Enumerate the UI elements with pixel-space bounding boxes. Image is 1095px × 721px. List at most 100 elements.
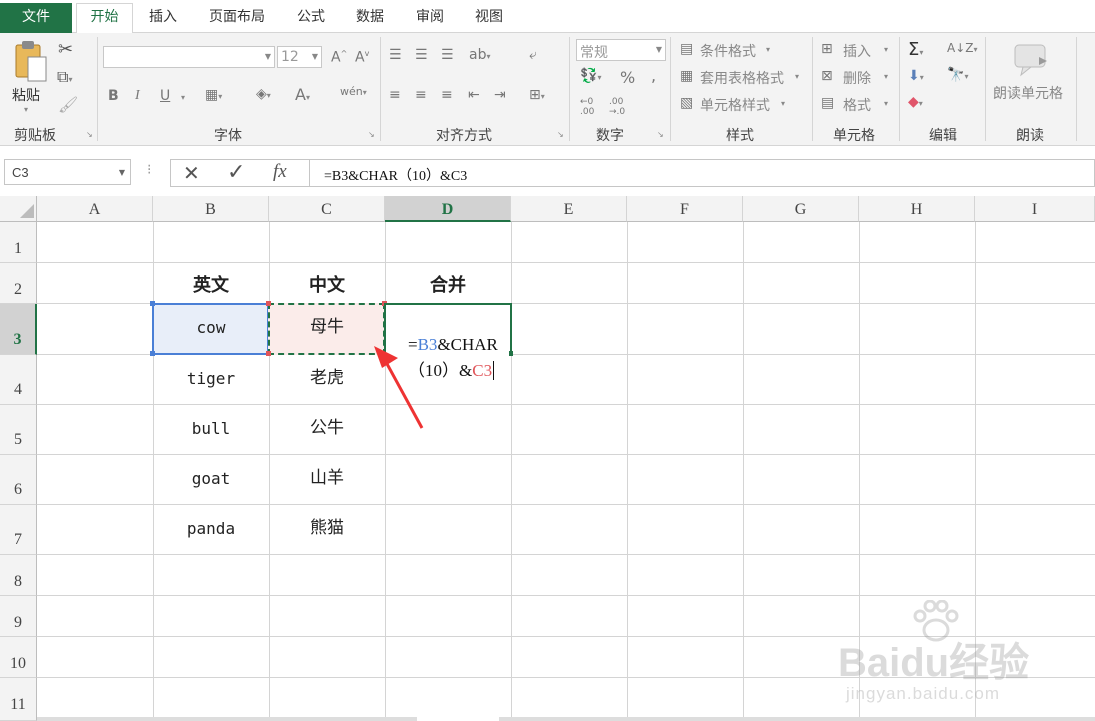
cell-c2[interactable]: 中文 — [269, 263, 385, 304]
insert-cells-button[interactable]: 插入 — [843, 41, 871, 61]
cell-b6[interactable]: goat — [153, 455, 269, 505]
tab-view[interactable]: 视图 — [464, 4, 514, 33]
decrease-indent-icon[interactable]: ⇤ — [468, 87, 480, 103]
tab-review[interactable]: 审阅 — [404, 4, 456, 33]
phonetic-icon[interactable]: wén▾ — [340, 85, 367, 98]
wrap-text-icon[interactable]: ⤶ — [529, 47, 537, 63]
align-center-icon[interactable]: ≡ — [415, 87, 427, 103]
middle-align-icon[interactable]: ☰ — [415, 47, 428, 63]
cell-styles-button[interactable]: 单元格样式 — [700, 95, 770, 115]
font-launcher-icon[interactable]: ↘ — [368, 130, 375, 139]
column-header-c[interactable]: C — [269, 196, 385, 222]
row-header-11[interactable]: 11 — [0, 678, 37, 721]
fill-color-icon[interactable]: ◈▾ — [256, 86, 271, 102]
increase-font-icon[interactable]: A^ — [331, 49, 347, 66]
insert-cells-icon[interactable]: ⊞ — [821, 41, 833, 57]
select-all-corner[interactable] — [0, 196, 37, 222]
row-header-8[interactable]: 8 — [0, 555, 37, 596]
row-header-3[interactable]: 3 — [0, 304, 37, 355]
row-header-2[interactable]: 2 — [0, 263, 37, 304]
border-icon[interactable]: ▦▾ — [205, 87, 222, 103]
cell-b4[interactable]: tiger — [153, 355, 269, 405]
comma-icon[interactable]: , — [651, 66, 656, 85]
name-box[interactable]: C3 ▼ — [4, 159, 131, 185]
paste-button[interactable]: 粘贴 ▾ — [8, 39, 52, 119]
decrease-font-icon[interactable]: Av — [355, 49, 369, 66]
format-painter-icon[interactable]: 🖌 — [58, 95, 78, 114]
tab-home[interactable]: 开始 — [76, 3, 133, 34]
format-as-table-icon[interactable]: ▦ — [680, 68, 693, 84]
tab-data[interactable]: 数据 — [344, 4, 396, 33]
merge-center-icon[interactable]: ⊞▾ — [529, 87, 545, 103]
cell-b3[interactable]: cow — [153, 304, 269, 355]
tab-file[interactable]: 文件 — [0, 3, 72, 33]
column-header-e[interactable]: E — [511, 196, 627, 222]
column-header-h[interactable]: H — [859, 196, 975, 222]
number-format-select[interactable]: 常规 ▼ — [576, 39, 666, 61]
formula-input[interactable]: =B3&CHAR（10）&C3 — [309, 159, 1095, 187]
fill-handle[interactable] — [509, 351, 513, 356]
font-name-select[interactable]: ▼ — [103, 46, 275, 68]
row-header-7[interactable]: 7 — [0, 505, 37, 555]
tab-page-layout[interactable]: 页面布局 — [198, 4, 276, 33]
column-header-b[interactable]: B — [153, 196, 269, 222]
delete-cells-button[interactable]: 删除 — [843, 68, 871, 88]
underline-button[interactable]: U — [160, 88, 170, 104]
cell-b7[interactable]: panda — [153, 505, 269, 555]
cell-c6[interactable]: 山羊 — [269, 455, 385, 505]
tab-formulas[interactable]: 公式 — [286, 4, 336, 33]
number-launcher-icon[interactable]: ↘ — [657, 130, 664, 139]
currency-icon[interactable]: 💱▾ — [580, 68, 601, 84]
cell-b2[interactable]: 英文 — [153, 263, 269, 304]
cell-c7[interactable]: 熊猫 — [269, 505, 385, 555]
cell-styles-icon[interactable]: ▧ — [680, 95, 693, 111]
horizontal-scrollbar[interactable] — [37, 717, 417, 721]
increase-indent-icon[interactable]: ⇥ — [494, 87, 506, 103]
decrease-decimal-icon[interactable]: .00 →.0 — [609, 97, 625, 117]
find-select-icon[interactable]: 🔭▾ — [947, 67, 968, 83]
format-cells-icon[interactable]: ▤ — [821, 95, 834, 111]
alignment-launcher-icon[interactable]: ↘ — [557, 130, 564, 139]
format-as-table-button[interactable]: 套用表格格式 — [700, 68, 784, 88]
font-color-icon[interactable]: A▾ — [295, 85, 310, 104]
delete-cells-icon[interactable]: ⊠ — [821, 68, 833, 84]
italic-button[interactable]: I — [135, 88, 140, 104]
clear-icon[interactable]: ◆▾ — [908, 94, 923, 110]
bold-button[interactable]: B — [108, 88, 119, 104]
align-right-icon[interactable]: ≡ — [441, 87, 453, 103]
row-header-9[interactable]: 9 — [0, 596, 37, 637]
increase-decimal-icon[interactable]: ←0.00 — [580, 97, 594, 117]
insert-function-icon[interactable]: fx — [273, 161, 287, 183]
cut-icon[interactable]: ✂ — [58, 39, 73, 60]
column-header-f[interactable]: F — [627, 196, 743, 222]
autosum-icon[interactable]: Σ▾ — [908, 39, 923, 60]
cell-d2[interactable]: 合并 — [385, 263, 511, 304]
bottom-align-icon[interactable]: ☰ — [441, 47, 454, 63]
font-size-select[interactable]: 12 ▼ — [277, 46, 322, 68]
column-header-d[interactable]: D — [385, 196, 511, 222]
clipboard-launcher-icon[interactable]: ↘ — [86, 130, 93, 139]
top-align-icon[interactable]: ☰ — [389, 47, 402, 63]
horizontal-scrollbar-right[interactable] — [499, 717, 1095, 721]
row-header-10[interactable]: 10 — [0, 637, 37, 678]
row-header-6[interactable]: 6 — [0, 455, 37, 505]
percent-icon[interactable]: % — [620, 68, 635, 87]
column-header-a[interactable]: A — [37, 196, 153, 222]
row-header-4[interactable]: 4 — [0, 355, 37, 405]
confirm-icon[interactable]: ✓ — [227, 160, 245, 185]
column-header-i[interactable]: I — [975, 196, 1095, 222]
column-header-g[interactable]: G — [743, 196, 859, 222]
row-header-5[interactable]: 5 — [0, 405, 37, 455]
cell-b5[interactable]: bull — [153, 405, 269, 455]
formula-bar-dots-icon[interactable]: ⁝ — [147, 162, 151, 178]
row-header-1[interactable]: 1 — [0, 222, 37, 263]
orientation-icon[interactable]: ab▾ — [469, 47, 490, 63]
format-cells-button[interactable]: 格式 — [843, 95, 871, 115]
conditional-format-button[interactable]: 条件格式 — [700, 41, 756, 61]
copy-icon[interactable]: ⧉▾ — [57, 67, 72, 87]
cancel-icon[interactable]: ✕ — [183, 161, 200, 185]
align-left-icon[interactable]: ≡ — [389, 87, 401, 103]
chevron-down-icon[interactable]: ▼ — [119, 168, 125, 177]
fill-icon[interactable]: ⬇▾ — [908, 68, 924, 84]
tab-insert[interactable]: 插入 — [138, 4, 188, 33]
